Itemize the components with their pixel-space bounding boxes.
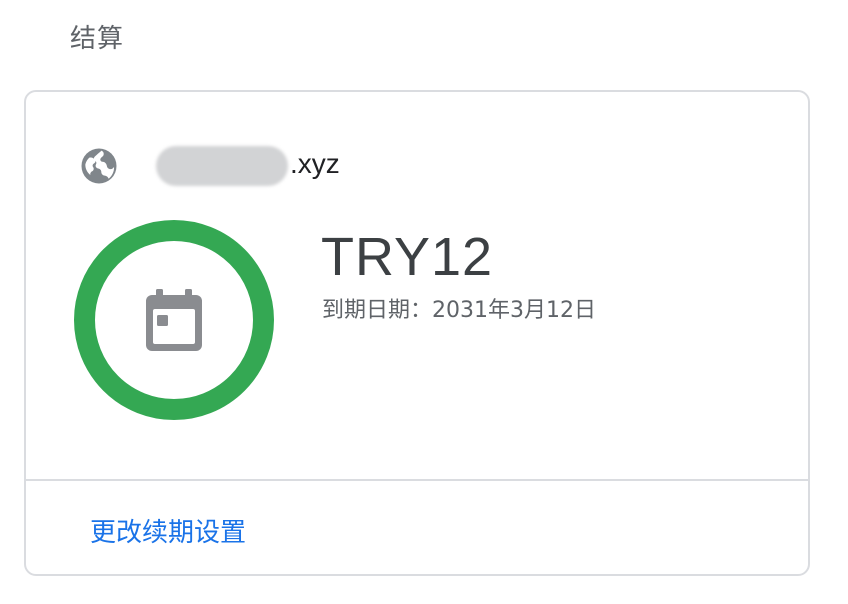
domain-suffix: .xyz	[290, 148, 340, 179]
change-renewal-settings-link[interactable]: 更改续期设置	[90, 512, 246, 549]
domain-row: .xyz	[78, 142, 340, 190]
expiry-date: 到期日期：2031年3月12日	[322, 298, 596, 323]
domain-name-redacted	[156, 146, 288, 186]
card-divider	[26, 479, 808, 481]
plan-name: TRY12	[321, 227, 494, 287]
globe-icon	[78, 145, 120, 187]
status-ring	[74, 220, 274, 420]
billing-card: .xyz TRY12 到期日期：2031年3月12日 更改续期设置	[24, 90, 810, 576]
section-title: 结算	[70, 24, 125, 54]
calendar-icon	[144, 289, 204, 351]
